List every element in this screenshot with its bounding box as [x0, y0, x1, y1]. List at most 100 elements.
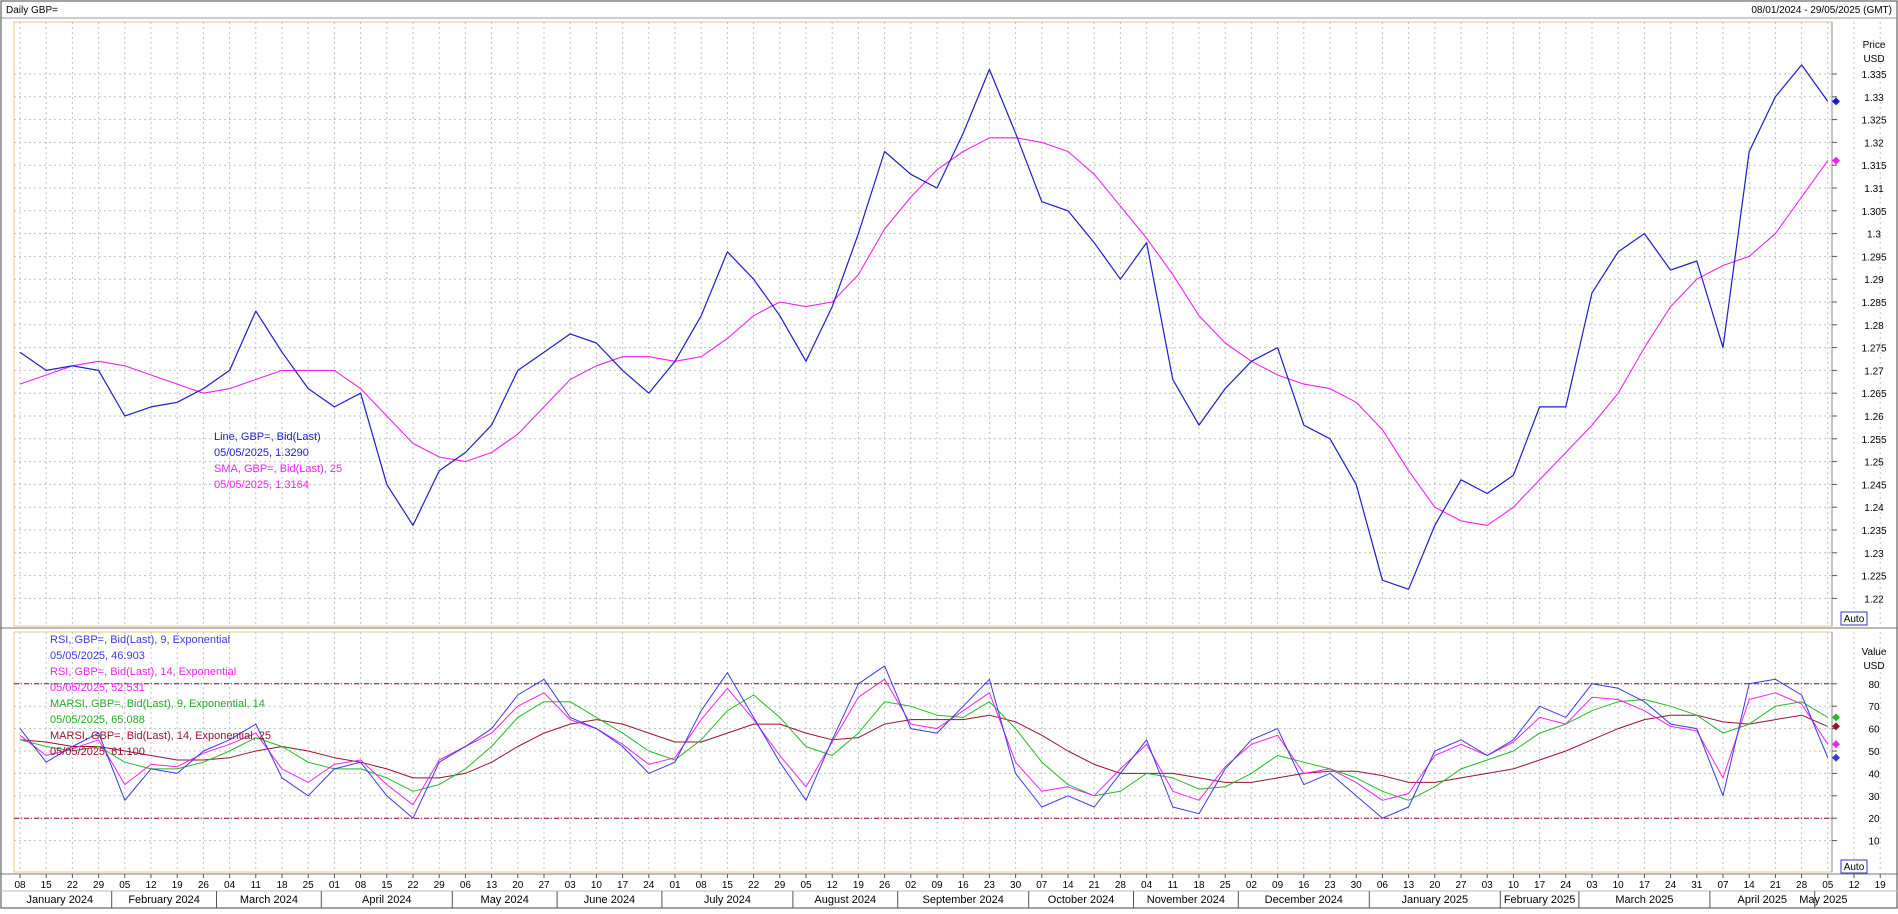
day-tick-label: 29: [93, 880, 105, 891]
price-legend-label-1: SMA, GBP=, Bid(Last), 25: [214, 463, 342, 475]
month-label: October 2024: [1048, 894, 1115, 906]
day-tick-label: 30: [1010, 880, 1022, 891]
indicator-legend-label-3: MARSI, GBP=, Bid(Last), 14, Exponential,…: [50, 730, 271, 742]
day-tick-label: 10: [1508, 880, 1520, 891]
day-tick-label: 12: [827, 880, 839, 891]
month-label: August 2024: [814, 894, 876, 906]
price-tick-label: 1.29: [1864, 275, 1884, 286]
day-tick-label: 14: [1744, 880, 1756, 891]
price-tick-label: 1.31: [1864, 184, 1884, 195]
day-tick-label: 03: [1586, 880, 1598, 891]
day-tick-label: 02: [1246, 880, 1258, 891]
indicator-axis-title: Value: [1862, 647, 1887, 658]
day-tick-label: 24: [1665, 880, 1677, 891]
price-tick-label: 1.32: [1864, 138, 1884, 149]
day-tick-label: 14: [1062, 880, 1074, 891]
day-tick-label: 24: [643, 880, 655, 891]
day-tick-label: 13: [1403, 880, 1415, 891]
day-tick-label: 21: [1089, 880, 1101, 891]
price-tick-label: 1.26: [1864, 412, 1884, 423]
chart-canvas: Daily GBP= 08/01/2024 - 29/05/2025 (GMT)…: [0, 0, 1898, 909]
price-axis-unit: USD: [1863, 54, 1884, 65]
day-tick-label: 03: [565, 880, 577, 891]
day-tick-label: 08: [355, 880, 367, 891]
indicator-tick-label: 20: [1868, 814, 1880, 825]
day-tick-label: 09: [931, 880, 943, 891]
day-tick-label: 17: [617, 880, 629, 891]
day-tick-label: 12: [1848, 880, 1860, 891]
day-tick-label: 21: [1770, 880, 1782, 891]
price-auto-button[interactable]: Auto: [1840, 611, 1868, 626]
indicator-tick-label: 30: [1868, 792, 1880, 803]
day-tick-label: 19: [172, 880, 184, 891]
indicator-auto-button[interactable]: Auto: [1840, 859, 1868, 874]
price-tick-label: 1.315: [1861, 161, 1886, 172]
price-tick-label: 1.28: [1864, 321, 1884, 332]
month-label: May 2025: [1799, 894, 1847, 906]
day-tick-label: 16: [958, 880, 970, 891]
day-tick-label: 11: [1168, 880, 1179, 891]
month-label: June 2024: [584, 894, 635, 906]
day-tick-label: 15: [722, 880, 734, 891]
day-tick-label: 10: [1613, 880, 1625, 891]
month-label: May 2024: [481, 894, 529, 906]
indicator-legend-value-1: 05/05/2025, 52.531: [50, 682, 145, 694]
month-label: September 2024: [923, 894, 1004, 906]
price-tick-label: 1.225: [1861, 572, 1886, 583]
day-tick-label: 05: [800, 880, 812, 891]
price-tick-label: 1.25: [1864, 458, 1884, 469]
day-tick-label: 06: [460, 880, 472, 891]
month-label: April 2024: [362, 894, 412, 906]
day-tick-label: 13: [486, 880, 498, 891]
day-tick-label: 26: [198, 880, 210, 891]
day-tick-label: 29: [434, 880, 446, 891]
day-tick-label: 10: [591, 880, 603, 891]
price-tick-label: 1.325: [1861, 116, 1886, 127]
day-tick-label: 30: [1351, 880, 1363, 891]
day-tick-label: 07: [1036, 880, 1048, 891]
price-legend-value-1: 05/05/2025, 1.3164: [214, 479, 309, 491]
day-tick-label: 15: [41, 880, 53, 891]
price-tick-label: 1.255: [1861, 435, 1886, 446]
day-tick-label: 23: [1324, 880, 1336, 891]
month-label: March 2025: [1615, 894, 1673, 906]
price-tick-label: 1.24: [1864, 503, 1884, 514]
day-tick-label: 06: [1377, 880, 1389, 891]
month-label: January 2024: [27, 894, 94, 906]
day-tick-label: 16: [1298, 880, 1310, 891]
price-tick-label: 1.23: [1864, 549, 1884, 560]
day-tick-label: 28: [1115, 880, 1127, 891]
month-label: December 2024: [1265, 894, 1343, 906]
day-tick-label: 23: [984, 880, 996, 891]
day-tick-label: 15: [381, 880, 393, 891]
price-tick-label: 1.305: [1861, 207, 1886, 218]
indicator-legend-value-0: 05/05/2025, 46.903: [50, 650, 145, 662]
price-tick-label: 1.295: [1861, 252, 1886, 263]
price-axis-title: Price: [1863, 40, 1886, 51]
day-tick-label: 25: [303, 880, 315, 891]
month-label: November 2024: [1147, 894, 1225, 906]
day-tick-label: 25: [1220, 880, 1232, 891]
day-tick-label: 17: [1639, 880, 1651, 891]
price-legend-label-0: Line, GBP=, Bid(Last): [214, 431, 321, 443]
month-label: April 2025: [1738, 894, 1788, 906]
indicator-legend-label-0: RSI, GBP=, Bid(Last), 9, Exponential: [50, 634, 230, 646]
day-tick-label: 05: [1822, 880, 1834, 891]
indicator-tick-label: 10: [1868, 837, 1880, 848]
indicator-tick-label: 70: [1868, 702, 1880, 713]
indicator-axis-unit: USD: [1863, 661, 1884, 672]
day-tick-label: 01: [329, 880, 341, 891]
month-label: February 2025: [1504, 894, 1576, 906]
day-tick-label: 04: [1141, 880, 1153, 891]
day-tick-label: 22: [748, 880, 760, 891]
day-tick-label: 11: [251, 880, 262, 891]
day-tick-label: 19: [1875, 880, 1887, 891]
indicator-tick-label: 50: [1868, 747, 1880, 758]
price-tick-label: 1.275: [1861, 344, 1886, 355]
price-tick-label: 1.265: [1861, 389, 1886, 400]
month-label: July 2024: [704, 894, 751, 906]
price-tick-label: 1.235: [1861, 526, 1886, 537]
indicator-legend-value-2: 05/05/2025, 65.088: [50, 714, 145, 726]
price-tick-label: 1.3: [1867, 230, 1881, 241]
day-tick-label: 28: [1796, 880, 1808, 891]
